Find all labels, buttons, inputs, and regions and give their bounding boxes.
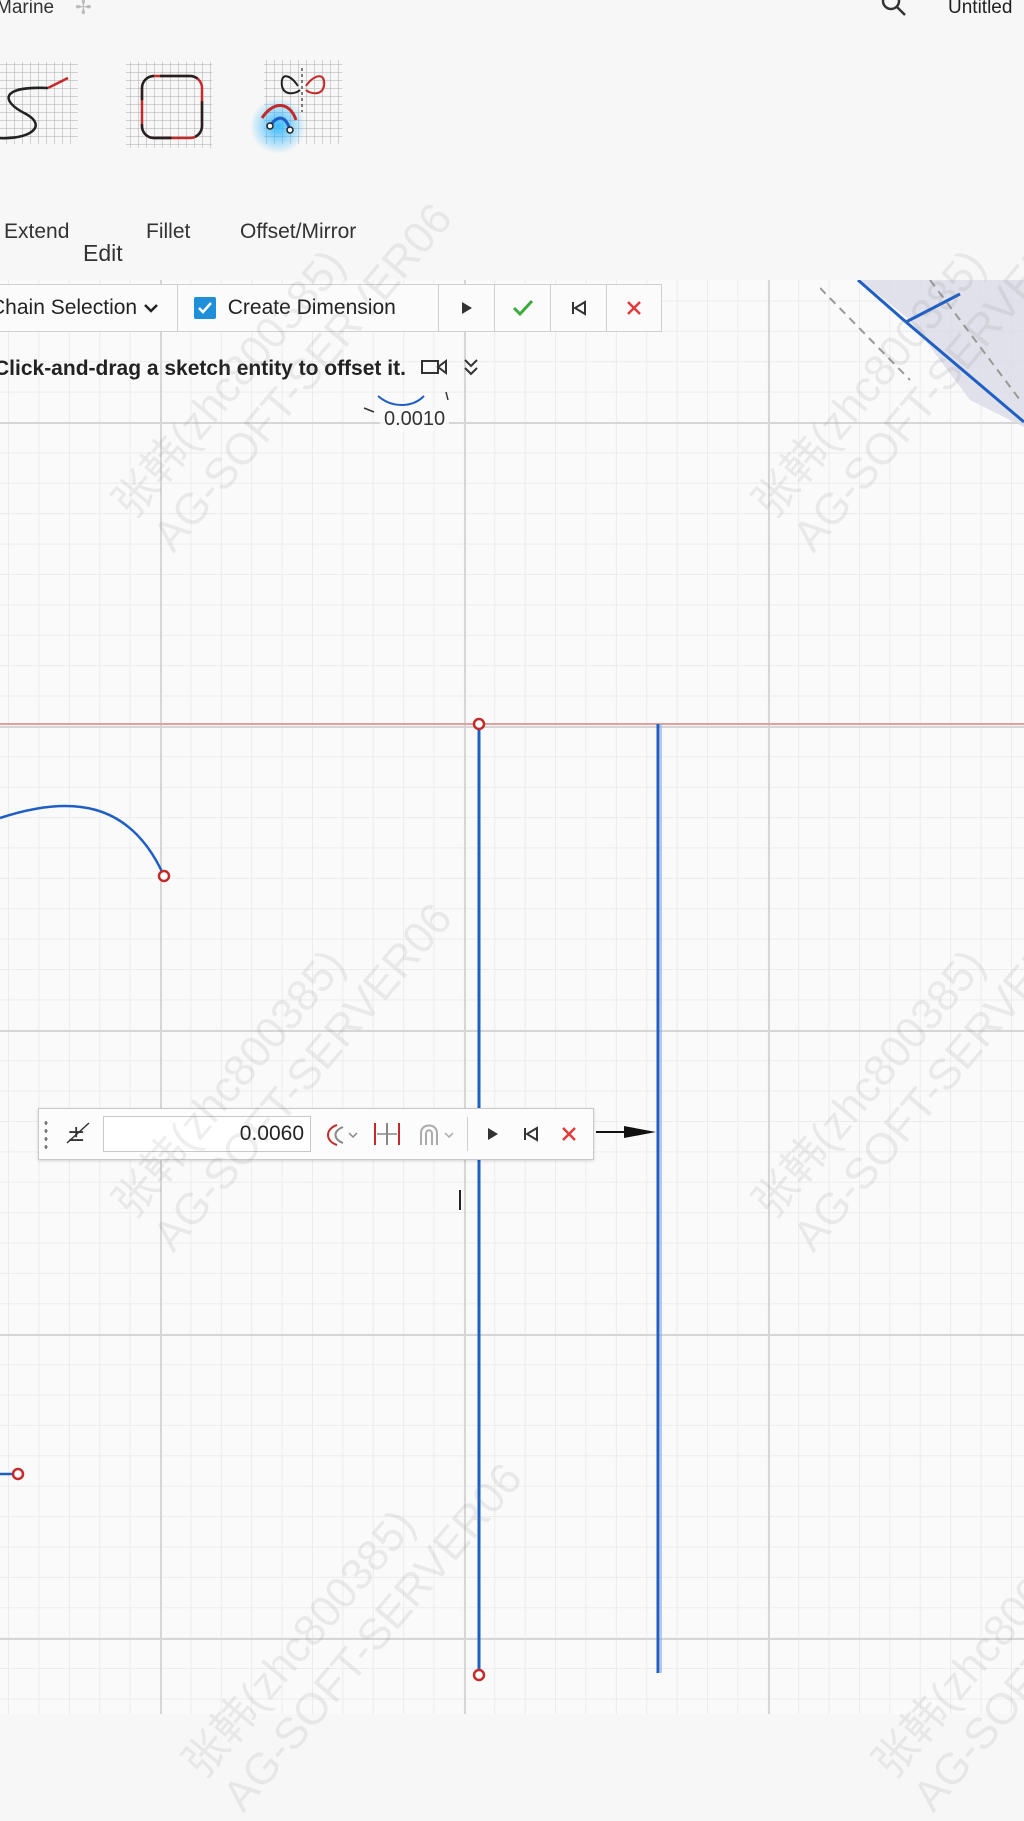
play-button[interactable]: [439, 285, 496, 331]
dialog-play-button[interactable]: [475, 1118, 511, 1150]
flip-direction-button[interactable]: ±: [63, 1119, 95, 1149]
offset-distance-input[interactable]: [103, 1116, 311, 1152]
play-icon: [461, 302, 472, 314]
offset-mirror-label: Offset/Mirror: [240, 220, 357, 243]
edit-group-label: Edit: [83, 240, 123, 266]
offset-micro-dialog: ±: [38, 1108, 594, 1160]
offset-mirror-icon: [250, 56, 350, 156]
endpoint-marker[interactable]: [472, 1668, 486, 1682]
close-icon: [627, 301, 641, 315]
dialog-restart-button[interactable]: [513, 1118, 549, 1150]
video-icon[interactable]: [420, 357, 448, 382]
extend-icon: [0, 56, 90, 156]
fillet-label: Fillet: [146, 220, 191, 243]
sketch-arc[interactable]: [0, 804, 166, 877]
check-icon: [512, 299, 533, 317]
drag-handle[interactable]: [43, 1119, 49, 1151]
view-cube[interactable]: [819, 278, 1024, 435]
sketch-viewport[interactable]: [0, 280, 1024, 1714]
dimension-value[interactable]: 0.0010: [380, 408, 450, 431]
create-dimension-checkbox[interactable]: [193, 297, 216, 319]
ribbon: Extend Fillet Offset/Mirror Edit: [0, 20, 1024, 280]
add-tab-icon[interactable]: ✢: [75, 0, 92, 20]
skip-back-icon: [571, 300, 586, 316]
chain-selection-dropdown[interactable]: Chain Selection: [0, 285, 178, 331]
arrow-head: [624, 1126, 656, 1138]
hint-bar: Click-and-drag a sketch entity to offset…: [0, 352, 480, 386]
fillet-icon: [122, 56, 222, 156]
create-dimension-toggle[interactable]: Create Dimension: [178, 285, 440, 331]
document-title: Untitled: [948, 0, 1013, 18]
accept-button[interactable]: [495, 285, 552, 331]
create-dimension-label: Create Dimension: [227, 296, 396, 319]
command-toolbar: Chain Selection Create Dimension: [0, 284, 662, 332]
divider: [467, 1117, 468, 1151]
chain-selection-label: Chain Selection: [0, 296, 138, 319]
arc-offset-icon: [327, 1124, 358, 1146]
play-icon: [488, 1128, 498, 1140]
symmetric-offset-button[interactable]: [367, 1118, 407, 1150]
chevron-down-icon: [143, 296, 159, 320]
skip-back-icon: [524, 1126, 538, 1142]
extend-label: Extend: [4, 220, 70, 243]
title-strip: Marine ✢ Untitled: [0, 0, 1024, 20]
both-sides-icon: [374, 1123, 400, 1145]
sketch-canvas[interactable]: [0, 280, 1024, 1714]
dimension-glyph: [377, 395, 425, 406]
cap-option-dropdown[interactable]: [411, 1118, 461, 1150]
endpoint-marker[interactable]: [11, 1467, 25, 1481]
app-tab[interactable]: Marine: [0, 0, 54, 19]
endpoint-marker[interactable]: [472, 717, 486, 731]
cancel-button[interactable]: [607, 285, 661, 331]
endpoint-marker[interactable]: [157, 869, 171, 883]
restart-button[interactable]: [551, 285, 608, 331]
cap-icon: [420, 1124, 454, 1145]
close-icon: [562, 1127, 576, 1141]
plus-minus-icon: ±: [66, 1122, 90, 1147]
chevron-double-down-icon[interactable]: [462, 357, 480, 382]
dialog-cancel-button[interactable]: [551, 1118, 587, 1150]
hint-text: Click-and-drag a sketch entity to offset…: [0, 357, 406, 380]
arc-option-dropdown[interactable]: [319, 1118, 363, 1150]
